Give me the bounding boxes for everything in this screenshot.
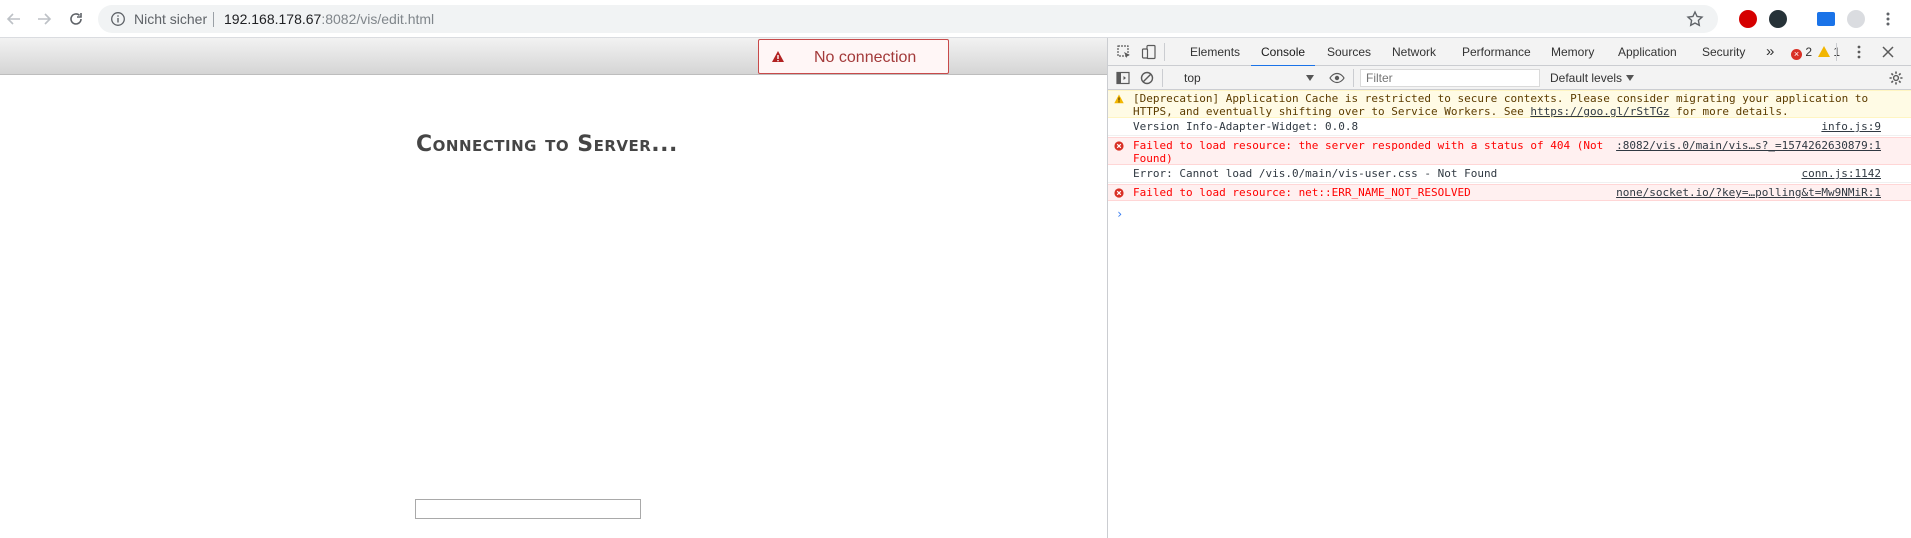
address-divider: [213, 12, 214, 27]
no-connection-text: No connection: [814, 49, 917, 66]
address-bar[interactable]: Nicht sicher 192.168.178.67:8082/vis/edi…: [98, 5, 1718, 33]
ghostery-extension-icon[interactable]: [1769, 10, 1787, 28]
console-message-error: Failed to load resource: net::ERR_NAME_N…: [1108, 184, 1911, 201]
message-text: [Deprecation] Application Cache is restr…: [1133, 92, 1868, 118]
message-text-segment: HTTPS, and eventually shifting over to S…: [1133, 105, 1531, 118]
adblock-extension-icon[interactable]: [1739, 10, 1757, 28]
page-viewport: No connection Connecting to Server...: [0, 38, 1107, 538]
message-line: HTTPS, and eventually shifting over to S…: [1133, 105, 1868, 118]
message-text: Version Info-Adapter-Widget: 0.0.8: [1133, 120, 1359, 133]
reload-icon: [70, 13, 82, 25]
devtools-menu-icon[interactable]: [1851, 44, 1867, 60]
no-connection-banner: No connection: [758, 39, 949, 74]
error-icon: [1114, 188, 1124, 198]
message-source-link[interactable]: conn.js:1142: [1802, 167, 1881, 180]
live-expression-eye-icon[interactable]: [1329, 70, 1345, 86]
back-arrow-icon: [6, 13, 20, 25]
page-header-bar: No connection: [0, 38, 1107, 75]
chevron-down-icon: [1306, 75, 1314, 81]
url-text[interactable]: 192.168.178.67:8082/vis/edit.html: [224, 11, 434, 27]
info-icon[interactable]: [110, 11, 126, 27]
message-text: Failed to load resource: the server resp…: [1133, 139, 1603, 165]
tab-elements[interactable]: Elements: [1190, 38, 1240, 66]
tab-performance[interactable]: Performance: [1462, 38, 1531, 66]
console-settings-gear-icon[interactable]: [1888, 70, 1904, 86]
cast-icon[interactable]: [1817, 12, 1835, 26]
warning-icon: [1114, 94, 1124, 104]
deprecation-link[interactable]: https://goo.gl/rStTGz: [1530, 105, 1669, 118]
warning-icon: [772, 51, 784, 62]
message-text: Error: Cannot load /vis.0/main/vis-user.…: [1133, 167, 1498, 180]
message-line: Found): [1133, 152, 1173, 165]
devtools-panel: Elements Console Sources Network Perform…: [1107, 38, 1911, 538]
kebab-menu-icon: [1886, 12, 1890, 26]
error-icon: [1114, 141, 1124, 151]
url-path: :8082/vis/edit.html: [321, 11, 435, 27]
log-levels-dropdown[interactable]: Default levels: [1550, 69, 1635, 87]
devtools-tab-bar: Elements Console Sources Network Perform…: [1108, 38, 1911, 67]
message-text: Failed to load resource: net::ERR_NAME_N…: [1133, 186, 1471, 199]
error-count-icon: ×: [1791, 49, 1802, 60]
message-source-link[interactable]: info.js:9: [1821, 120, 1881, 133]
reload-button[interactable]: [65, 8, 87, 30]
filter-bar-divider: [1162, 69, 1163, 87]
bookmark-star-icon[interactable]: [1686, 10, 1704, 28]
show-sidebar-icon[interactable]: [1115, 70, 1131, 86]
message-line: Failed to load resource: the server resp…: [1133, 139, 1604, 152]
tab-network[interactable]: Network: [1392, 38, 1436, 66]
close-devtools-icon[interactable]: [1880, 44, 1896, 60]
tab-application[interactable]: Application: [1618, 38, 1677, 66]
tab-sources[interactable]: Sources: [1327, 38, 1371, 66]
tab-console[interactable]: Console: [1250, 38, 1316, 67]
error-count: 2: [1805, 45, 1813, 59]
levels-label: Default levels: [1550, 71, 1623, 85]
message-line: [Deprecation] Application Cache is restr…: [1133, 92, 1869, 105]
console-filter-input[interactable]: [1360, 69, 1540, 87]
inspect-element-icon[interactable]: [1116, 44, 1132, 60]
message-source-link[interactable]: :8082/vis.0/main/vis…s?_=1574262630879:1: [1616, 139, 1881, 152]
browser-menu-button[interactable]: [1877, 8, 1899, 30]
console-filter-bar: top Default levels: [1108, 66, 1911, 90]
console-message-info: Version Info-Adapter-Widget: 0.0.8 info.…: [1108, 119, 1911, 136]
back-button[interactable]: [3, 8, 25, 30]
console-output: [Deprecation] Application Cache is restr…: [1108, 90, 1911, 538]
filter-bar-divider-2: [1353, 69, 1354, 87]
levels-chevron-icon: [1626, 75, 1635, 81]
tab-bar-divider: [1164, 43, 1165, 61]
console-message-error: Failed to load resource: the server resp…: [1108, 137, 1911, 165]
forward-button[interactable]: [33, 8, 55, 30]
browser-toolbar: Nicht sicher 192.168.178.67:8082/vis/edi…: [0, 0, 1911, 38]
console-message-warning: [Deprecation] Application Cache is restr…: [1108, 90, 1911, 118]
tab-security[interactable]: Security: [1702, 38, 1745, 66]
context-value: top: [1184, 71, 1201, 85]
console-prompt[interactable]: ›: [1116, 207, 1123, 221]
tab-memory[interactable]: Memory: [1551, 38, 1594, 66]
context-selector[interactable]: top: [1180, 69, 1320, 87]
security-status-label: Nicht sicher: [134, 11, 208, 27]
more-tabs-button[interactable]: »: [1766, 38, 1774, 66]
clear-console-icon[interactable]: [1139, 70, 1155, 86]
issue-counter[interactable]: × 2 1: [1791, 45, 1840, 60]
device-toolbar-icon[interactable]: [1141, 44, 1157, 60]
profile-avatar-icon[interactable]: [1847, 10, 1865, 28]
connecting-heading: Connecting to Server...: [416, 132, 678, 157]
url-host: 192.168.178.67: [224, 11, 322, 27]
loading-progress-bar: [415, 499, 641, 519]
warning-count-icon: [1818, 46, 1831, 57]
message-source-link[interactable]: none/socket.io/?key=…polling&t=Mw9NMiR:1: [1616, 186, 1881, 199]
tab-bar-divider-2: [1836, 43, 1837, 61]
console-message-info: Error: Cannot load /vis.0/main/vis-user.…: [1108, 166, 1911, 183]
forward-arrow-icon: [38, 13, 52, 25]
message-text-segment: for more details.: [1669, 105, 1789, 118]
